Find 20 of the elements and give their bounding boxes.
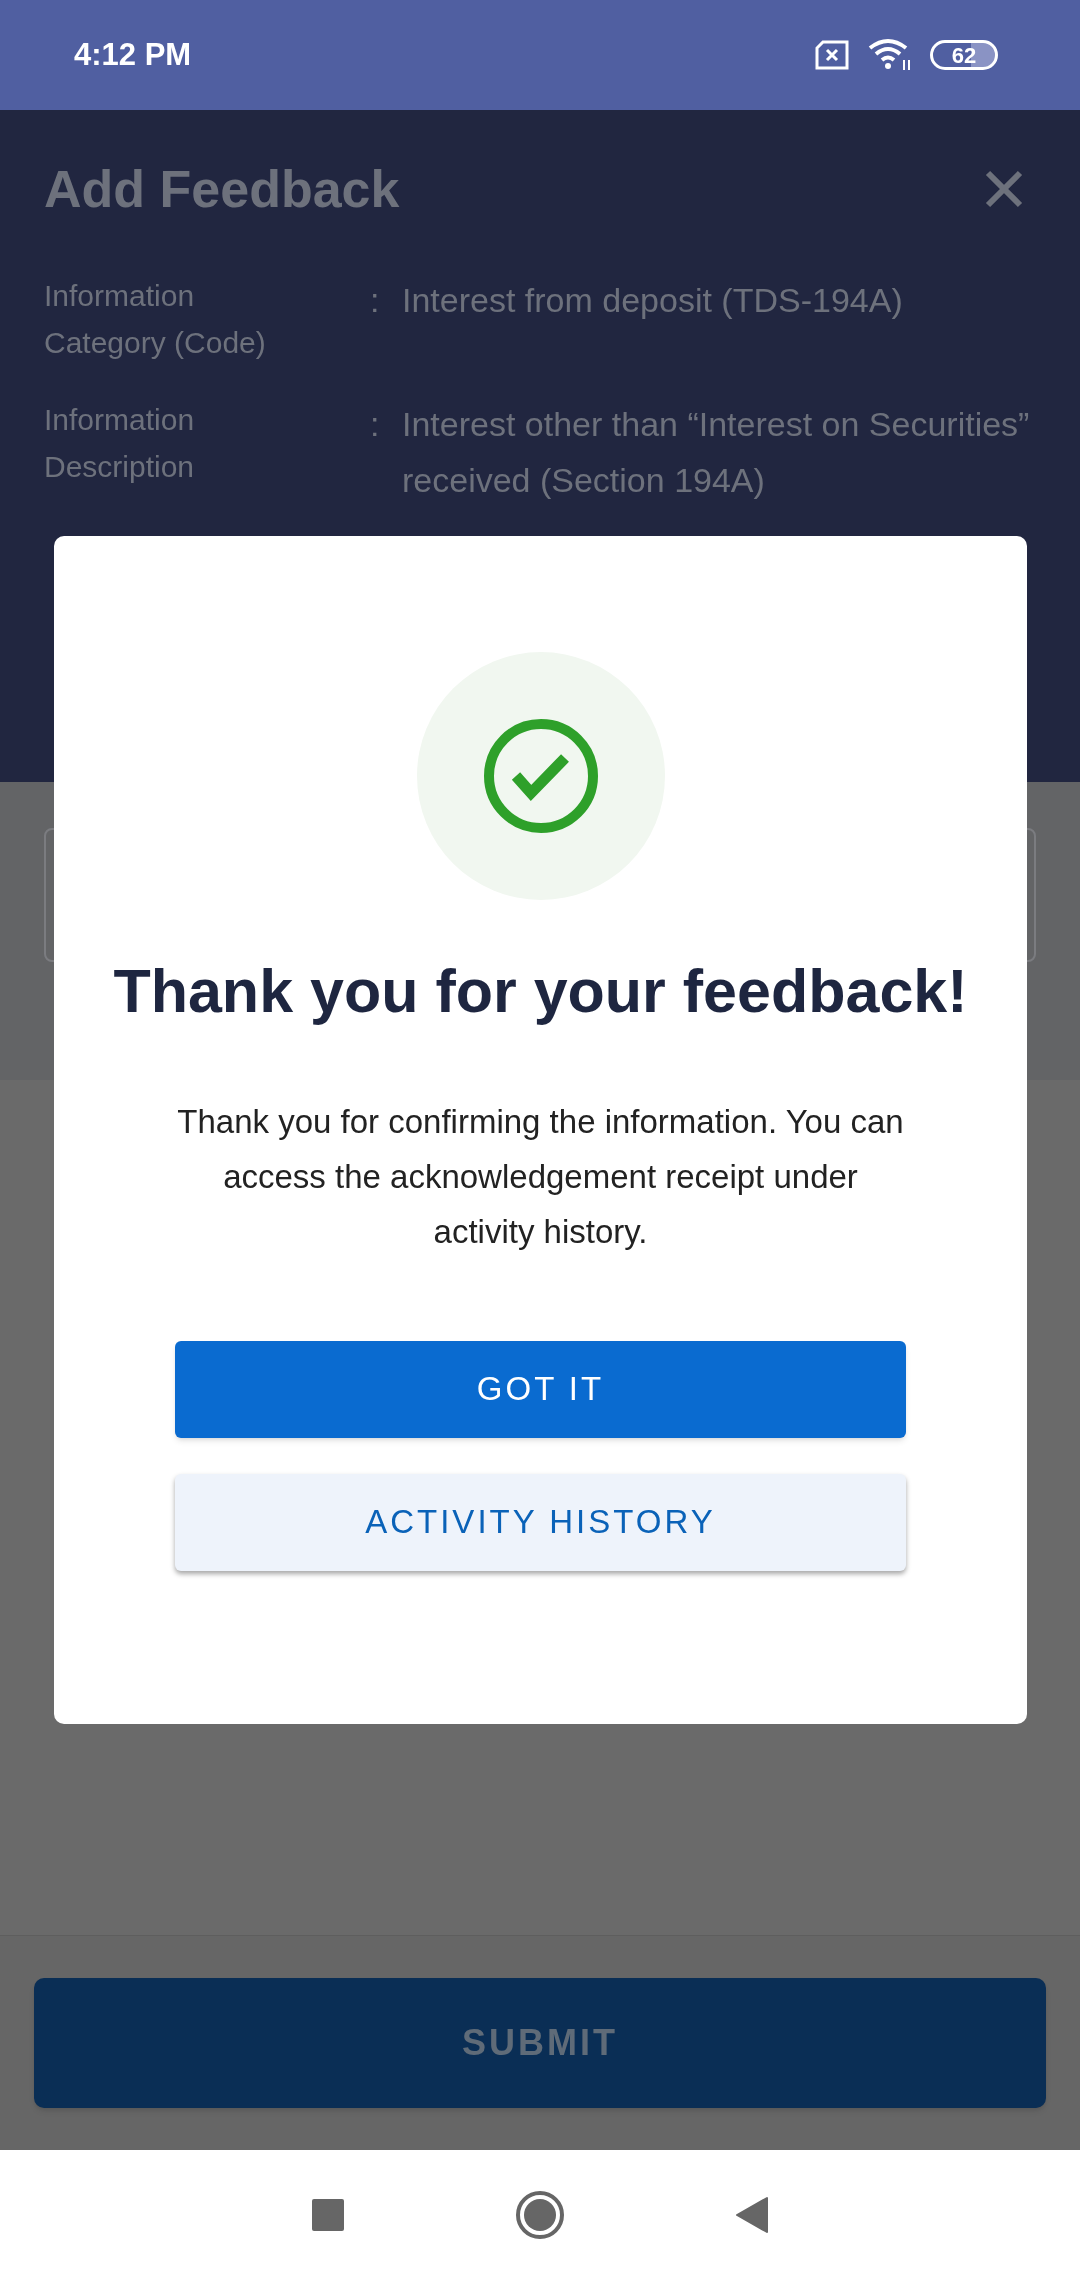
field-value: Interest from deposit (TDS-194A): [402, 280, 904, 321]
dialog-message: Thank you for confirming the information. You can access the acknowledgement receipt under activity history.: [176, 1101, 905, 1252]
close-icon[interactable]: [984, 169, 1024, 209]
field-value: Interest other than “Interest on Securities” received (Section 194A): [402, 404, 1031, 501]
dialog-title: Thank you for your feedback!: [113, 956, 968, 1027]
field-label: Information Category (Code): [44, 278, 267, 361]
page-title: Add Feedback: [44, 159, 400, 220]
wifi-icon: [868, 38, 912, 72]
battery-indicator: 62: [930, 40, 998, 70]
field-label: Information Description: [44, 402, 196, 485]
status-time: 4:12 PM: [74, 35, 192, 74]
check-circle-icon: [482, 718, 599, 834]
home-icon[interactable]: [515, 2190, 565, 2240]
separator: :: [370, 280, 381, 321]
separator: :: [370, 404, 381, 445]
got-it-button[interactable]: GOT IT: [175, 1340, 906, 1438]
activity-history-button[interactable]: ACTIVITY HISTORY: [175, 1473, 906, 1571]
back-icon[interactable]: [735, 2196, 769, 2234]
recents-icon[interactable]: [311, 2198, 345, 2232]
sim-icon: [814, 40, 850, 70]
